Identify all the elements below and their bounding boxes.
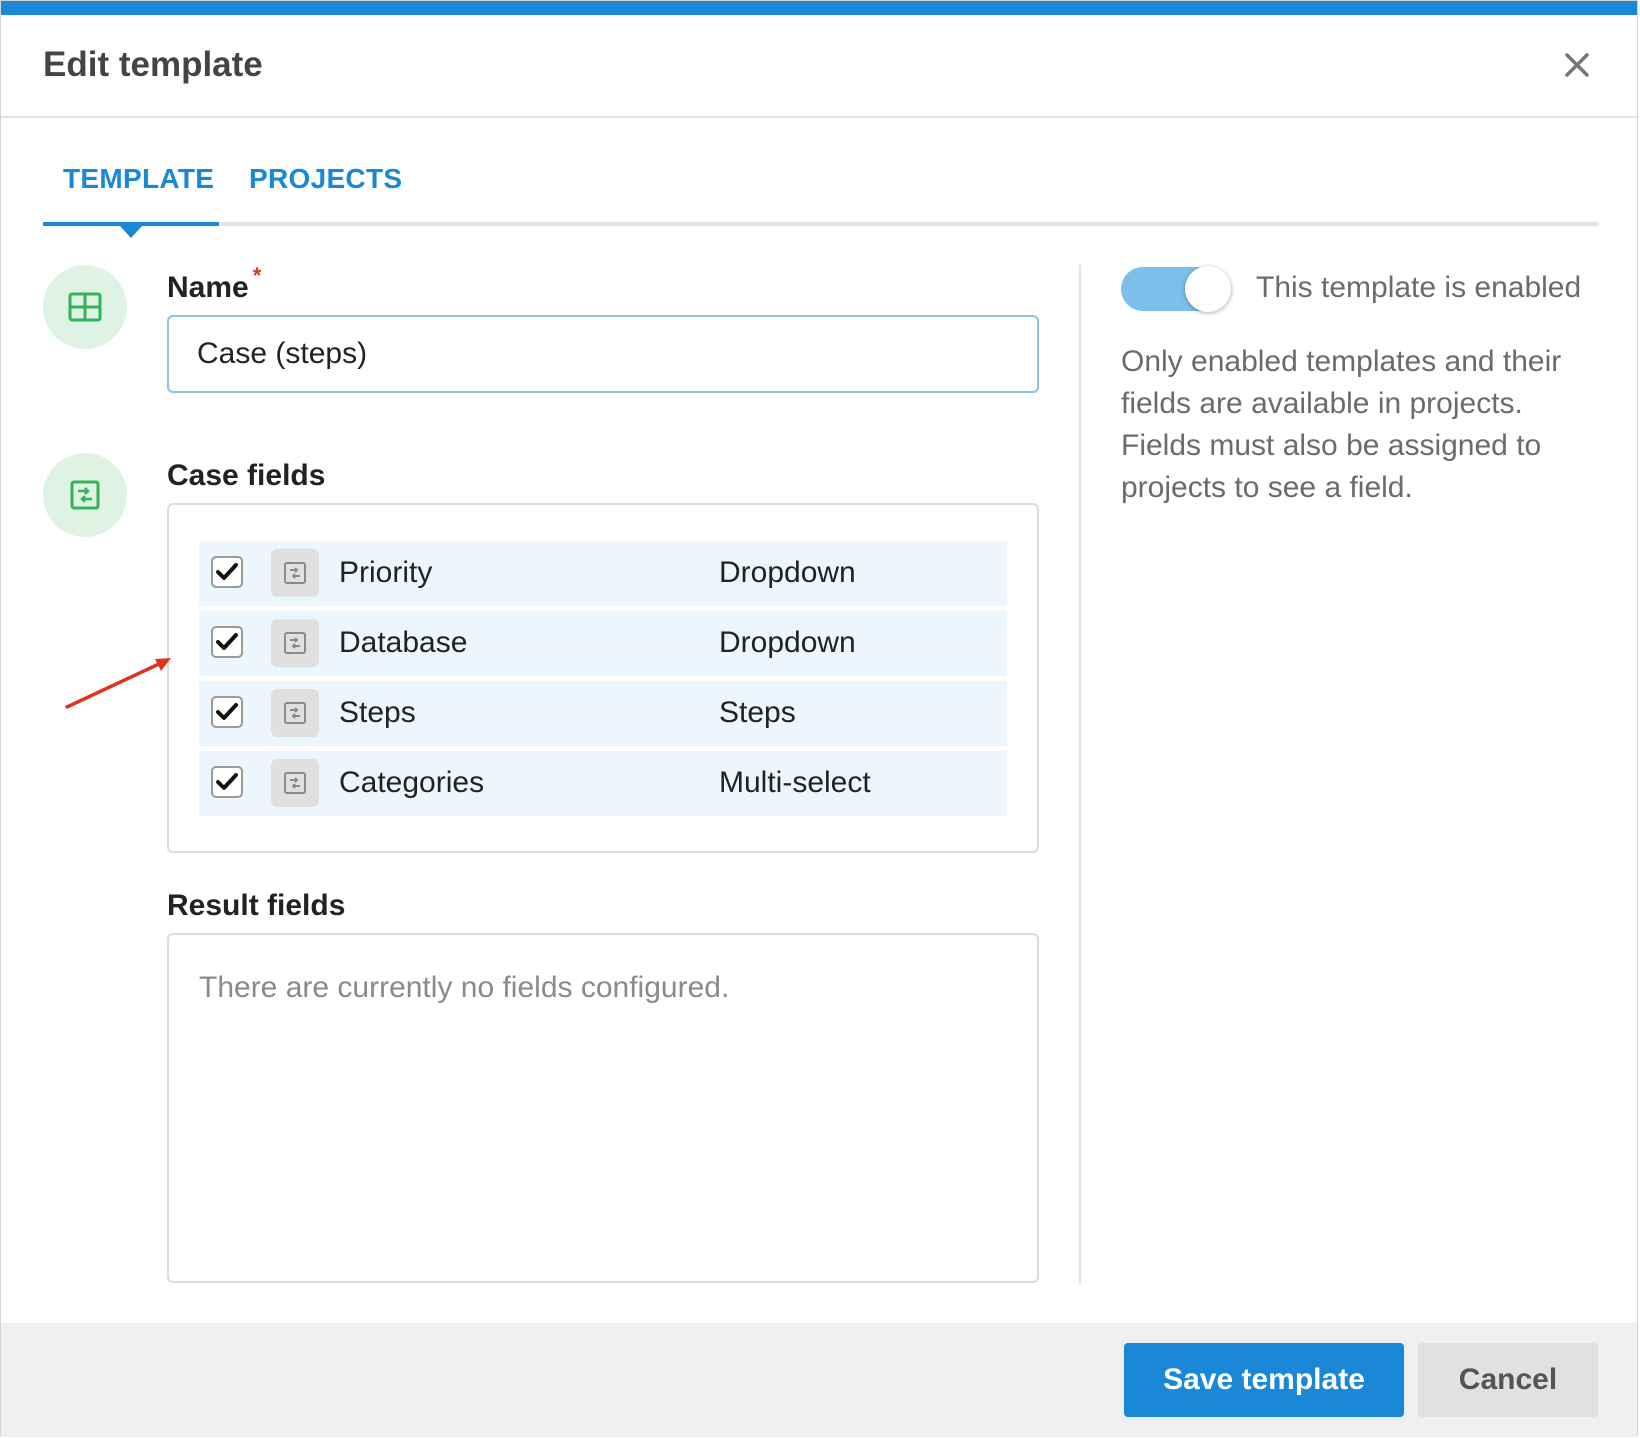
toggle-knob [1185, 266, 1231, 312]
field-type-icon-box [271, 759, 319, 807]
tab-bar-divider [43, 222, 1599, 226]
result-fields-list: There are currently no fields configured… [167, 933, 1039, 1283]
result-fields-label: Result fields [167, 889, 346, 922]
name-input[interactable] [167, 315, 1039, 393]
dialog-footer: Save template Cancel [1, 1323, 1637, 1437]
annotation-arrow-icon [65, 658, 171, 709]
field-type: Steps [719, 696, 796, 729]
grid-icon [68, 292, 102, 322]
field-type-icon-box [271, 619, 319, 667]
field-checkbox[interactable] [211, 626, 243, 658]
case-fields-list: Priority Dropdown Database Dropdown Step… [167, 503, 1039, 853]
save-template-button[interactable]: Save template [1124, 1343, 1404, 1417]
checkmark-icon [216, 563, 238, 580]
field-checkbox[interactable] [211, 766, 243, 798]
close-button[interactable] [1557, 45, 1597, 85]
field-name: Steps [339, 696, 416, 729]
field-type-icon-box [271, 689, 319, 737]
case-field-row[interactable]: Steps Steps [199, 681, 1007, 746]
active-tab-caret [120, 226, 142, 238]
enabled-toggle[interactable] [1121, 266, 1231, 312]
column-divider [1079, 265, 1081, 1283]
field-list-icon [284, 702, 306, 724]
field-checkbox[interactable] [211, 556, 243, 588]
accent-bar [1, 1, 1637, 15]
dialog-title: Edit template [43, 45, 263, 84]
tab-template[interactable]: TEMPLATE [63, 163, 214, 195]
checkmark-icon [216, 773, 238, 790]
case-field-row[interactable]: Priority Dropdown [199, 541, 1007, 606]
case-field-row[interactable]: Categories Multi-select [199, 751, 1007, 816]
field-type: Dropdown [719, 626, 856, 659]
close-icon [1565, 53, 1589, 77]
cancel-button[interactable]: Cancel [1418, 1343, 1598, 1417]
field-list-icon [284, 562, 306, 584]
name-label-text: Name [167, 271, 249, 304]
active-tab-indicator [43, 222, 219, 238]
field-list-icon [284, 772, 306, 794]
case-fields-icon-circle [43, 453, 127, 537]
case-fields-label: Case fields [167, 459, 326, 492]
name-label: Name * [167, 263, 261, 305]
edit-template-dialog: Edit template TEMPLATE PROJECTS Name * C… [0, 0, 1638, 1437]
field-list-icon [70, 480, 100, 510]
field-name: Database [339, 626, 468, 659]
field-name: Priority [339, 556, 433, 589]
enabled-help-text: Only enabled templates and their fields … [1121, 345, 1562, 504]
case-field-row[interactable]: Database Dropdown [199, 611, 1007, 676]
name-section-icon-circle [43, 265, 127, 349]
tab-bar: TEMPLATE PROJECTS [43, 151, 1599, 238]
field-type: Multi-select [719, 766, 871, 799]
field-list-icon [284, 632, 306, 654]
required-marker: * [252, 263, 262, 288]
field-name: Categories [339, 766, 485, 799]
field-checkbox[interactable] [211, 696, 243, 728]
tab-projects[interactable]: PROJECTS [249, 163, 402, 195]
dialog-header: Edit template [1, 15, 1637, 118]
field-type: Dropdown [719, 556, 856, 589]
empty-state-text: There are currently no fields configured… [199, 971, 730, 1004]
enabled-toggle-label: This template is enabled [1256, 271, 1582, 304]
field-type-icon-box [271, 549, 319, 597]
checkmark-icon [216, 703, 238, 720]
checkmark-icon [216, 633, 238, 650]
